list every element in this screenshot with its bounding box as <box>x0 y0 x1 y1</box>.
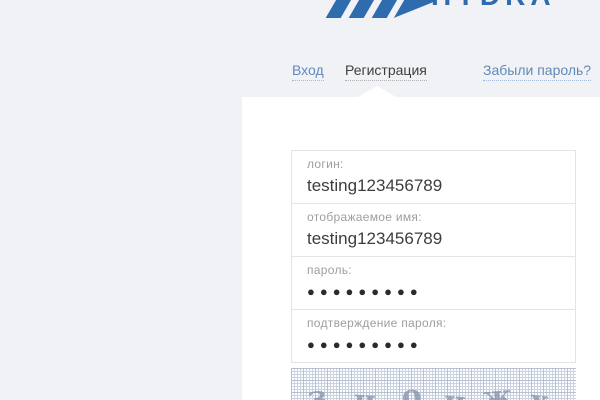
tab-registration[interactable]: Регистрация <box>345 63 427 81</box>
form-panel: логин: отображаемое имя: пароль: подтвер… <box>242 97 600 400</box>
logo-slashes-icon <box>329 0 429 18</box>
captcha-image[interactable]: з н о н ж х <box>291 368 576 400</box>
logo[interactable]: HYDRA <box>329 0 569 20</box>
registration-page: HYDRA Вход Регистрация Забыли пароль? ло… <box>0 0 600 400</box>
login-input[interactable] <box>307 176 560 196</box>
captcha-glyph: н <box>442 384 467 400</box>
display-name-label: отображаемое имя: <box>307 210 560 224</box>
captcha-glyph: з <box>306 379 329 400</box>
tab-login[interactable]: Вход <box>292 63 324 81</box>
captcha-glyphs: з н о н ж х <box>291 368 576 400</box>
logo-text: HYDRA <box>431 0 556 10</box>
active-tab-pointer <box>358 86 396 97</box>
password-confirm-field-group[interactable]: подтверждение пароля: <box>291 309 576 363</box>
password-confirm-input[interactable] <box>307 335 560 355</box>
display-name-field-group[interactable]: отображаемое имя: <box>291 203 576 257</box>
captcha-glyph: х <box>528 383 551 400</box>
password-field-group[interactable]: пароль: <box>291 256 576 310</box>
captcha-glyph: ж <box>481 378 514 400</box>
login-field-group[interactable]: логин: <box>291 150 576 204</box>
password-confirm-label: подтверждение пароля: <box>307 316 560 330</box>
captcha-glyph: н <box>352 383 376 400</box>
password-input[interactable] <box>307 282 560 302</box>
tab-forgot-password[interactable]: Забыли пароль? <box>483 63 591 81</box>
display-name-input[interactable] <box>307 229 560 249</box>
registration-form: логин: отображаемое имя: пароль: подтвер… <box>291 150 576 400</box>
password-label: пароль: <box>307 263 560 277</box>
captcha-glyph: о <box>399 377 424 400</box>
login-label: логин: <box>307 157 560 171</box>
